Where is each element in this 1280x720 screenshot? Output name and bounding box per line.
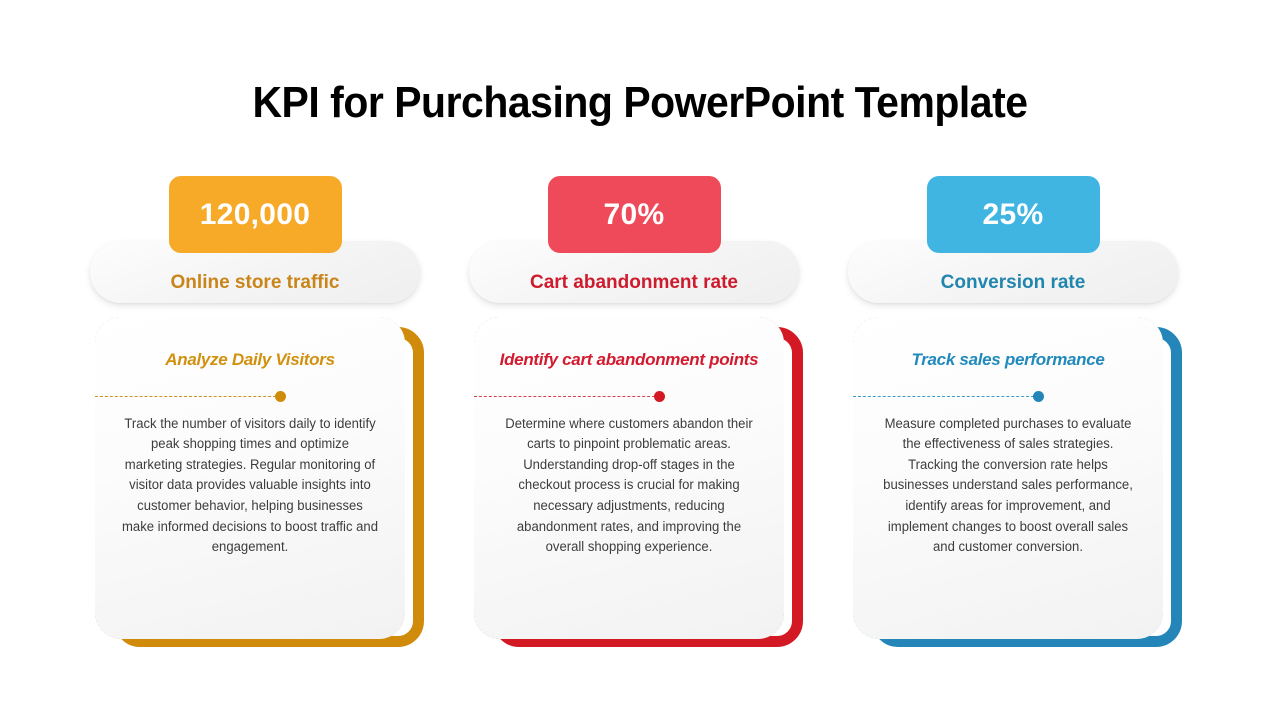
card-heading-2: Identify cart abandonment points	[499, 350, 759, 369]
card-face-1: Analyze Daily Visitors Track the number …	[95, 317, 405, 639]
kpi-columns: 120,000 Online store traffic Analyze Dai…	[0, 0, 1280, 720]
kpi-detail-card-3[interactable]: Track sales performance Measure complete…	[843, 317, 1183, 647]
kpi-detail-card-1[interactable]: Analyze Daily Visitors Track the number …	[85, 317, 425, 647]
kpi-badge-value-1: 120,000	[199, 197, 311, 231]
kpi-badge-2[interactable]: 70%	[547, 176, 721, 253]
card-body-1: Track the number of visitors daily to id…	[122, 415, 378, 555]
card-body-2: Determine where customers abandon their …	[505, 415, 753, 555]
card-divider-2	[474, 386, 762, 408]
card-face-3: Track sales performance Measure complete…	[853, 317, 1163, 639]
kpi-label-1: Online store traffic	[170, 272, 340, 293]
divider-line-2	[474, 395, 660, 397]
kpi-badge-1[interactable]: 120,000	[168, 176, 342, 253]
card-heading-3: Track sales performance	[911, 350, 1105, 369]
divider-dot-icon-1	[275, 390, 286, 402]
kpi-badge-3[interactable]: 25%	[926, 176, 1100, 253]
divider-dot-icon-3	[1033, 390, 1044, 402]
card-face-2: Identify cart abandonment points Determi…	[474, 317, 784, 639]
kpi-badge-value-3: 25%	[982, 197, 1044, 231]
kpi-column-online-store-traffic: 120,000 Online store traffic Analyze Dai…	[85, 176, 425, 647]
kpi-label-3: Conversion rate	[940, 272, 1086, 293]
kpi-label-2: Cart abandonment rate	[530, 272, 738, 293]
kpi-badge-value-2: 70%	[603, 197, 665, 231]
divider-line-1	[95, 395, 281, 397]
card-body-3: Measure completed purchases to evaluate …	[883, 415, 1133, 555]
divider-line-3	[853, 395, 1039, 397]
divider-dot-icon-2	[654, 390, 665, 402]
slide-canvas: KPI for Purchasing PowerPoint Template 1…	[0, 0, 1280, 720]
kpi-detail-card-2[interactable]: Identify cart abandonment points Determi…	[464, 317, 804, 647]
kpi-column-conversion-rate: 25% Conversion rate Track sales performa…	[843, 176, 1183, 647]
card-divider-3	[853, 386, 1141, 408]
card-divider-1	[95, 386, 383, 408]
card-heading-1: Analyze Daily Visitors	[165, 350, 335, 369]
kpi-column-cart-abandonment-rate: 70% Cart abandonment rate Identify cart …	[464, 176, 804, 647]
